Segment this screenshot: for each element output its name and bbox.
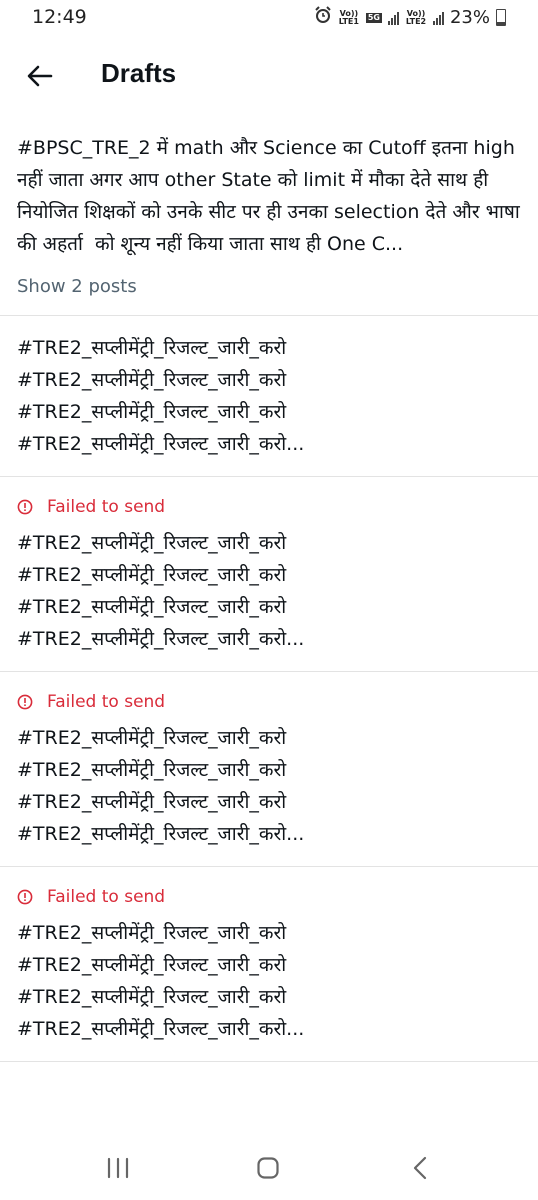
failed-status: Failed to send xyxy=(17,692,521,712)
draft-text: #TRE2_सप्लीमेंट्री_रिजल्ट_जारी_करो #TRE2… xyxy=(17,922,305,1040)
signal-2-icon xyxy=(432,11,444,25)
draft-item[interactable]: #BPSC_TRE_2 में math और Science का Cutof… xyxy=(0,114,538,316)
alarm-icon xyxy=(314,6,332,29)
home-button[interactable] xyxy=(248,1148,288,1188)
draft-text: #TRE2_सप्लीमेंट्री_रिजल्ट_जारी_करो #TRE2… xyxy=(17,727,305,845)
failed-status: Failed to send xyxy=(17,887,521,907)
show-posts-link[interactable]: Show 2 posts xyxy=(17,276,521,297)
failed-status-text: Failed to send xyxy=(47,497,166,517)
app-bar: Drafts xyxy=(0,40,538,112)
draft-item[interactable]: Failed to send #TRE2_सप्लीमेंट्री_रिजल्ट… xyxy=(0,867,538,1062)
network-type-label: 5G xyxy=(365,12,382,23)
recents-icon xyxy=(107,1157,129,1179)
signal-1-icon xyxy=(387,11,399,25)
status-icons: Vo)) LTE1 5G Vo)) LTE2 23% xyxy=(314,6,506,29)
battery-icon xyxy=(496,9,506,26)
status-time: 12:49 xyxy=(32,6,87,28)
error-icon xyxy=(17,889,33,905)
nav-back-button[interactable] xyxy=(400,1148,440,1188)
battery-percent: 23% xyxy=(449,7,490,28)
page-title: Drafts xyxy=(101,58,177,88)
error-icon xyxy=(17,694,33,710)
draft-text: #TRE2_सप्लीमेंट्री_रिजल्ट_जारी_करो #TRE2… xyxy=(17,532,305,650)
sim1-label: Vo)) LTE1 xyxy=(338,8,359,26)
back-button[interactable] xyxy=(18,54,62,98)
recents-button[interactable] xyxy=(98,1148,138,1188)
draft-item[interactable]: Failed to send #TRE2_सप्लीमेंट्री_रिजल्ट… xyxy=(0,477,538,672)
draft-item[interactable]: #TRE2_सप्लीमेंट्री_रिजल्ट_जारी_करो #TRE2… xyxy=(0,316,538,477)
draft-item[interactable]: Failed to send #TRE2_सप्लीमेंट्री_रिजल्ट… xyxy=(0,672,538,867)
system-nav-bar xyxy=(0,1128,538,1200)
failed-status-text: Failed to send xyxy=(47,692,166,712)
draft-text: #BPSC_TRE_2 में math और Science का Cutof… xyxy=(17,137,526,255)
failed-status-text: Failed to send xyxy=(47,887,166,907)
arrow-left-icon xyxy=(27,65,53,87)
nav-back-icon xyxy=(413,1156,427,1180)
home-icon xyxy=(257,1157,279,1179)
status-bar: 12:49 Vo)) LTE1 5G Vo)) LTE2 23% xyxy=(0,0,538,38)
failed-status: Failed to send xyxy=(17,497,521,517)
draft-text: #TRE2_सप्लीमेंट्री_रिजल्ट_जारी_करो #TRE2… xyxy=(17,337,305,455)
sim2-label: Vo)) LTE2 xyxy=(405,8,427,26)
error-icon xyxy=(17,499,33,515)
drafts-list: #BPSC_TRE_2 में math और Science का Cutof… xyxy=(0,114,538,1062)
